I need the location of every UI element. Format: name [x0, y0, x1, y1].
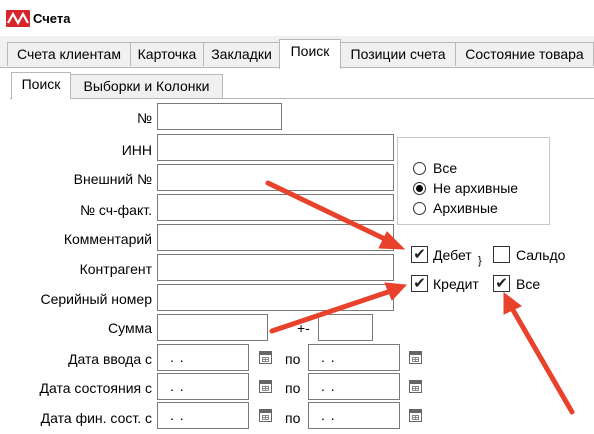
subpanel-divider	[10, 98, 594, 99]
inn-input[interactable]	[157, 134, 394, 161]
sum-tolerance-input[interactable]	[318, 314, 373, 341]
debit-checkbox[interactable]: ✔	[411, 246, 428, 263]
calendar-icon[interactable]	[259, 351, 272, 364]
radio-all[interactable]	[413, 162, 426, 175]
calendar-icon[interactable]	[259, 380, 272, 393]
calendar-icon[interactable]	[259, 409, 272, 422]
tab-goods-state[interactable]: Состояние товара	[455, 42, 594, 66]
date-fin-to-label: по	[285, 410, 301, 426]
date-state-to-input[interactable]: . .	[308, 373, 400, 400]
comment-input[interactable]	[157, 224, 394, 251]
credit-label: Кредит	[433, 276, 479, 292]
sum-label: Сумма	[108, 320, 152, 336]
invoice-number-input[interactable]	[157, 194, 394, 221]
invoice-number-label: № сч-факт.	[79, 202, 152, 218]
comment-label: Комментарий	[63, 231, 152, 247]
date-fin-state-label: Дата фин. сост. с	[40, 410, 152, 426]
date-state-to-label: по	[285, 380, 301, 396]
radio-archived-label: Архивные	[433, 200, 498, 216]
radio-all-label: Все	[433, 160, 458, 176]
date-fin-to-input[interactable]: . .	[308, 402, 400, 429]
counterparty-input[interactable]	[157, 254, 394, 281]
tab-card[interactable]: Карточка	[130, 42, 204, 66]
external-number-input[interactable]	[157, 164, 394, 191]
radio-archived[interactable]	[413, 202, 426, 215]
date-entry-to-label: по	[285, 351, 301, 367]
date-fin-from-input[interactable]: . .	[157, 402, 249, 429]
serial-number-input[interactable]	[157, 284, 394, 311]
serial-number-label: Серийный номер	[40, 291, 152, 307]
inn-label: ИНН	[121, 142, 152, 158]
calendar-icon[interactable]	[409, 380, 422, 393]
external-number-label: Внешний №	[73, 171, 152, 187]
all-label: Все	[516, 276, 541, 292]
saldo-label: Сальдо	[516, 247, 566, 263]
all-checkbox[interactable]: ✔	[493, 275, 510, 292]
date-state-from-input[interactable]: . .	[157, 373, 249, 400]
sum-input[interactable]	[157, 314, 268, 341]
debit-brace: }	[478, 255, 482, 267]
counterparty-label: Контрагент	[79, 261, 152, 277]
app-logo-icon	[6, 10, 30, 27]
number-label: №	[136, 110, 152, 126]
tab-invoices[interactable]: Счета клиентам	[7, 42, 131, 66]
subtab-selections-columns[interactable]: Выборки и Колонки	[70, 74, 223, 98]
date-entry-label: Дата ввода с	[68, 351, 152, 367]
window-title: Счета	[33, 11, 71, 26]
radio-not-archived-label: Не архивные	[433, 180, 519, 196]
saldo-checkbox[interactable]	[493, 246, 510, 263]
calendar-icon[interactable]	[409, 409, 422, 422]
calendar-icon[interactable]	[409, 351, 422, 364]
date-state-label: Дата состояния с	[39, 380, 152, 396]
debit-label: Дебет	[433, 247, 472, 263]
tab-search[interactable]: Поиск	[279, 39, 341, 69]
title-bar: Счета	[0, 0, 594, 37]
sum-tolerance-label: +-	[297, 320, 310, 336]
number-input[interactable]	[157, 103, 282, 130]
tab-bookmarks[interactable]: Закладки	[203, 42, 280, 66]
tab-invoice-positions[interactable]: Позиции счета	[340, 42, 456, 66]
date-entry-to-input[interactable]: . .	[308, 344, 400, 371]
date-entry-from-input[interactable]: . .	[157, 344, 249, 371]
subtab-search[interactable]: Поиск	[11, 72, 71, 99]
credit-checkbox[interactable]: ✔	[411, 275, 428, 292]
radio-not-archived[interactable]	[413, 182, 426, 195]
